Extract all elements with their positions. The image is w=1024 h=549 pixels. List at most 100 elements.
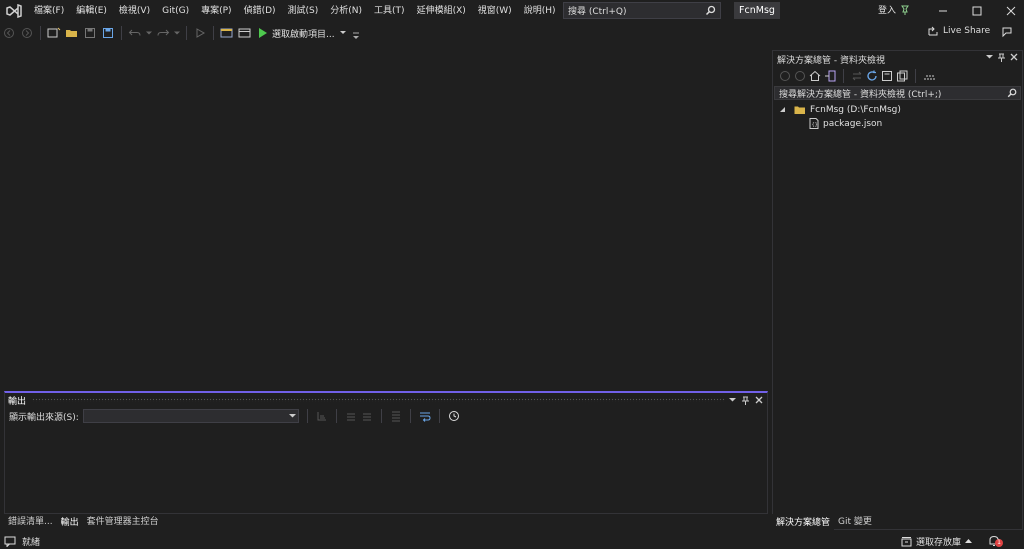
solution-explorer-search-input[interactable]: 搜尋解決方案總管 - 資料夾檢視 (Ctrl+;) [774,86,1021,100]
toggle-word-wrap-icon[interactable] [419,410,431,422]
close-icon [1006,6,1016,16]
forward-icon[interactable] [794,70,806,82]
toolbar-separator [915,69,916,83]
select-repository-button[interactable]: 選取存放庫 [901,535,972,548]
close-panel-icon[interactable] [755,396,763,404]
menu-test[interactable]: 測試(S) [282,0,325,22]
solution-explorer-title: 解決方案總管 - 資料夾檢視 [777,55,885,66]
select-startup-item-button[interactable]: 選取啟動項目... [258,27,347,40]
main-menu: 檔案(F) 編輯(E) 檢視(V) Git(G) 專案(P) 偵錯(D) 測試(S) 分析(N… [28,0,561,22]
pin-icon[interactable] [998,53,1005,62]
window-position-dropdown-icon[interactable] [729,396,736,403]
menu-extensions[interactable]: 延伸模組(X) [411,0,472,22]
toolbar-separator [186,26,187,40]
tab-package-manager-console[interactable]: 套件管理器主控台 [83,514,163,530]
toolbar-overflow-icon[interactable] [348,28,364,44]
output-window-icon[interactable] [4,536,16,547]
repository-icon [901,536,912,546]
output-source-select[interactable] [82,409,299,423]
find-message-in-code-icon[interactable] [316,410,328,422]
menu-view[interactable]: 檢視(V) [113,0,156,22]
pin-icon[interactable] [742,396,749,405]
new-project-icon[interactable] [46,25,62,41]
tab-git-changes[interactable]: Git 變更 [834,514,876,530]
json-file-icon: {} [809,118,819,129]
toolbar-separator [213,26,214,40]
notification-count-badge: 1 [995,539,1003,547]
menu-tools[interactable]: 工具(T) [368,0,411,22]
sign-in-link[interactable]: 登入 [878,0,896,22]
standard-toolbar: 選取啟動項目... [0,22,1024,44]
menu-help[interactable]: 說明(H) [518,0,562,22]
close-panel-icon[interactable] [1010,53,1018,61]
redo-dropdown-chevron-icon[interactable] [173,25,181,41]
redo-icon[interactable] [155,25,171,41]
close-window-button[interactable] [994,0,1024,22]
output-panel: 輸出 顯示輸出來源(S): [4,391,768,514]
status-ready-text: 就緒 [22,537,41,548]
select-repository-label: 選取存放庫 [915,537,961,548]
toolbar-separator [438,409,440,423]
menu-project[interactable]: 專案(P) [195,0,237,22]
menu-file[interactable]: 檔案(F) [28,0,70,22]
output-source-label: 顯示輸出來源(S): [9,412,79,423]
run-play-icon [259,28,267,38]
tab-error-list[interactable]: 錯誤清單... [4,514,57,530]
open-folder-icon[interactable] [64,25,80,41]
show-timestamp-clock-icon[interactable] [448,410,460,422]
undo-icon[interactable] [127,25,143,41]
menu-git[interactable]: Git(G) [156,0,195,22]
start-without-debugging-icon[interactable] [192,25,208,41]
window-position-dropdown-icon[interactable] [986,53,993,60]
chevron-down-icon [339,31,346,34]
switch-views-icon[interactable] [824,70,836,82]
go-to-next-message-icon[interactable] [361,410,373,422]
output-title-bar: 輸出 [5,393,767,407]
menu-edit[interactable]: 編輯(E) [70,0,113,22]
output-panel-tabs: 錯誤清單... 輸出 套件管理器主控台 [4,514,163,530]
output-toolbar: 顯示輸出來源(S): [5,407,767,425]
expand-triangle-icon[interactable] [779,106,786,113]
title-bar-grip[interactable] [32,398,725,402]
startup-item-label: 選取啟動項目... [272,29,335,40]
maximize-icon [972,6,982,16]
editor-area [0,46,768,392]
live-share-button[interactable]: Live Share [927,25,990,37]
global-search-input[interactable]: 搜尋 (Ctrl+Q) [563,2,721,19]
tree-root-folder[interactable]: FcnMsg (D:\FcnMsg) [773,103,1022,116]
title-menu-bar: 檔案(F) 編輯(E) 檢視(V) Git(G) 專案(P) 偵錯(D) 測試(S) 分析(N… [0,0,1024,22]
account-pin-icon[interactable] [899,4,911,19]
minimize-button[interactable] [926,0,960,22]
go-to-previous-message-icon[interactable] [345,410,357,422]
window-layout-icon[interactable] [237,25,253,41]
notifications-button[interactable]: 1 [988,534,1004,548]
show-all-files-icon[interactable] [896,70,908,82]
navigate-forward-icon[interactable] [19,25,35,41]
menu-window[interactable]: 視窗(W) [472,0,518,22]
tree-file-item[interactable]: {} package.json [773,117,1022,130]
solution-name-badge[interactable]: FcnMsg [734,2,780,19]
undo-dropdown-chevron-icon[interactable] [145,25,153,41]
refresh-icon[interactable] [866,70,878,82]
visual-studio-logo-icon[interactable] [0,0,28,22]
navigate-back-icon[interactable] [1,25,17,41]
sync-with-active-document-icon[interactable] [851,70,863,82]
solution-explorer-toolbar [773,67,1022,85]
menu-debug[interactable]: 偵錯(D) [238,0,282,22]
back-icon[interactable] [779,70,791,82]
toolbar-separator [306,409,308,423]
clear-all-icon[interactable] [390,410,402,422]
collapse-all-icon[interactable] [881,70,893,82]
maximize-button[interactable] [960,0,994,22]
properties-wrench-icon[interactable] [923,70,937,82]
tab-solution-explorer[interactable]: 解決方案總管 [772,514,835,530]
tab-output[interactable]: 輸出 [56,514,83,530]
browse-folder-icon[interactable] [219,25,235,41]
home-icon[interactable] [809,70,821,82]
save-all-icon[interactable] [100,25,116,41]
save-icon[interactable] [82,25,98,41]
menu-analyze[interactable]: 分析(N) [324,0,368,22]
feedback-icon[interactable] [1001,26,1013,41]
tree-root-label: FcnMsg (D:\FcnMsg) [810,104,901,115]
solution-explorer-search-placeholder: 搜尋解決方案總管 - 資料夾檢視 (Ctrl+;) [779,89,942,100]
